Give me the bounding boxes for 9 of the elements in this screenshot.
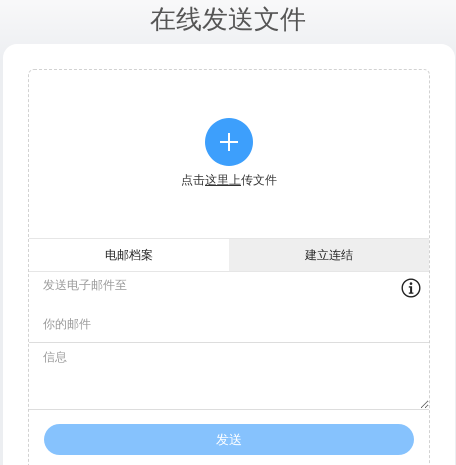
- page-title: 在线发送文件: [149, 4, 307, 36]
- tab[interactable]: 建立连结: [229, 239, 429, 271]
- info-icon[interactable]: [401, 278, 421, 298]
- upload-link[interactable]: 这里上: [205, 173, 241, 187]
- add-icon[interactable]: [205, 118, 253, 166]
- input-field[interactable]: 发送电子邮件至: [43, 278, 401, 292]
- upload-instruction: 点击这里上传文件: [181, 172, 277, 189]
- message-field[interactable]: 信息: [29, 342, 429, 410]
- input-field[interactable]: 你的邮件: [43, 317, 421, 331]
